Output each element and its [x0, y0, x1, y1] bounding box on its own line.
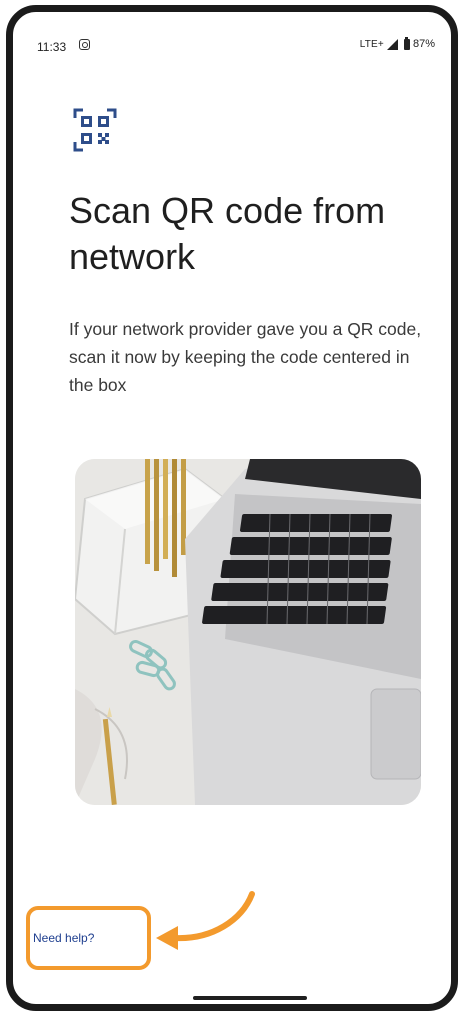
- status-indicators: LTE+ 87%: [359, 36, 435, 50]
- gesture-navigation-bar[interactable]: [193, 996, 307, 1000]
- need-help-link[interactable]: Need help?: [33, 931, 94, 945]
- battery-icon: [403, 36, 410, 50]
- page-title: Scan QR code from network: [69, 190, 386, 277]
- phone-frame: 11:33 LTE+ 87% Scan QR code from network…: [6, 5, 458, 1011]
- page-description: If your network provider gave you a QR c…: [69, 319, 422, 395]
- pointer-arrow-icon: [156, 891, 255, 950]
- battery-percentage: 87%: [412, 38, 435, 50]
- laptop-desk-photo: [75, 459, 421, 805]
- signal-icon: [386, 38, 398, 50]
- status-bar: 11:33 LTE+ 87%: [13, 12, 451, 72]
- qr-code-scan-icon: [73, 108, 117, 152]
- camera-icon: [79, 39, 90, 50]
- status-time: 11:33: [37, 40, 67, 54]
- network-type: LTE+: [359, 38, 384, 50]
